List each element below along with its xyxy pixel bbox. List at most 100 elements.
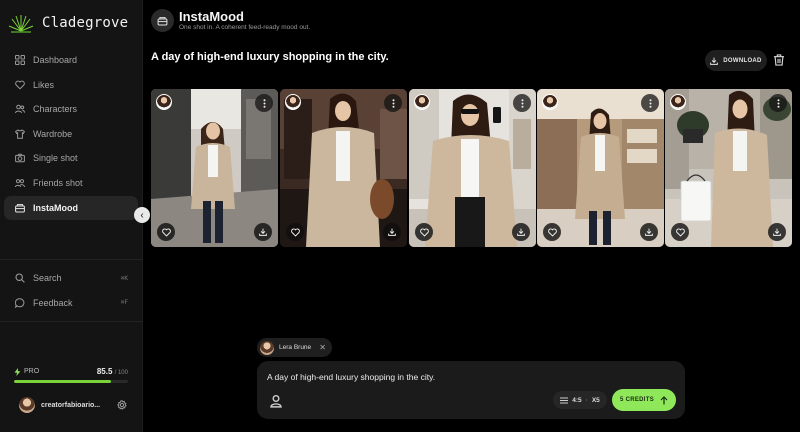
character-name: Lera Brune <box>279 344 312 351</box>
sidebar-divider <box>0 259 143 260</box>
credits-value: 85.5 <box>96 367 113 376</box>
prompt-input[interactable]: A day of high-end luxury shopping in the… <box>267 372 435 382</box>
download-icon <box>645 228 653 236</box>
page-title: InstaMood <box>179 9 244 24</box>
avatar <box>414 94 430 110</box>
camera-icon <box>15 154 25 163</box>
heart-icon <box>675 228 685 237</box>
download-label: DOWNLOAD <box>723 57 762 64</box>
photo-strip <box>151 89 792 247</box>
photo-download-button[interactable] <box>640 223 658 241</box>
credits-max: / 100 <box>114 370 128 376</box>
plan-label: PRO <box>24 368 40 375</box>
character-chip[interactable]: Lera Brune ✕ <box>257 338 332 357</box>
heart-icon <box>290 228 300 237</box>
output-options-button[interactable]: 4:5 · X5 <box>553 391 607 409</box>
photo-download-button[interactable] <box>512 223 530 241</box>
shortcut-badge: ⌘K <box>120 274 128 282</box>
like-button[interactable] <box>415 223 433 241</box>
like-button[interactable] <box>671 223 689 241</box>
photo-download-button[interactable] <box>383 223 401 241</box>
shortcut-badge: ⌘F <box>120 299 128 307</box>
user-profile[interactable]: creatorfabioario... <box>19 397 127 413</box>
folder-icon <box>157 16 168 25</box>
folder-icon <box>15 203 25 213</box>
more-button[interactable] <box>255 94 273 112</box>
gear-icon[interactable] <box>117 400 127 410</box>
more-vertical-icon <box>263 98 265 108</box>
download-icon <box>517 228 525 236</box>
photo-card[interactable] <box>665 89 792 247</box>
sidebar-item-label: Search <box>33 273 62 283</box>
photo-card[interactable] <box>151 89 278 247</box>
collapse-sidebar-button[interactable]: ‹ <box>134 207 150 223</box>
sidebar-item-label: Single shot <box>33 153 78 164</box>
avatar <box>260 340 274 355</box>
sidebar-item-wardrobe[interactable]: Wardrobe <box>4 122 138 146</box>
plan-badge: PRO <box>14 367 40 376</box>
users-icon <box>15 104 25 114</box>
more-vertical-icon <box>521 98 523 108</box>
grid-icon <box>15 55 25 65</box>
list-icon <box>560 397 569 403</box>
person-icon[interactable] <box>269 394 283 408</box>
bolt-icon <box>14 367 21 376</box>
more-vertical-icon <box>649 98 651 108</box>
credits-progress-fill <box>14 380 112 383</box>
generate-button[interactable]: 5 CREDITS <box>612 389 676 411</box>
photo-card[interactable] <box>409 89 536 247</box>
sidebar: Cladegrove Dashboard Likes Characters Wa… <box>0 0 143 432</box>
trash-icon[interactable] <box>773 54 785 66</box>
credits-count: 85.5 / 100 <box>97 367 128 376</box>
sidebar-utility: Search ⌘K Feedback ⌘F <box>4 266 138 315</box>
group-icon <box>15 179 25 188</box>
avatar <box>19 397 35 413</box>
photo-card[interactable] <box>280 89 407 247</box>
photo-card[interactable] <box>537 89 664 247</box>
user-name: creatorfabioario... <box>41 401 101 409</box>
download-icon <box>710 57 719 65</box>
sidebar-item-label: Friends shot <box>33 177 83 188</box>
like-button[interactable] <box>543 223 561 241</box>
sidebar-item-friends-shot[interactable]: Friends shot <box>4 171 138 195</box>
like-button[interactable] <box>286 223 304 241</box>
more-button[interactable] <box>641 94 659 112</box>
more-button[interactable] <box>384 94 402 112</box>
sidebar-item-single-shot[interactable]: Single shot <box>4 146 138 170</box>
close-icon[interactable]: ✕ <box>319 343 326 352</box>
image-count: X5 <box>591 396 600 404</box>
aspect-ratio: 4:5 <box>572 396 582 404</box>
heart-icon <box>547 228 557 237</box>
sidebar-item-label: InstaMood <box>33 202 78 213</box>
like-button[interactable] <box>157 223 175 241</box>
more-button[interactable] <box>769 94 787 112</box>
credits-progress-bar <box>14 380 128 383</box>
arrow-up-icon <box>660 395 668 404</box>
brand[interactable]: Cladegrove <box>8 11 128 35</box>
more-button[interactable] <box>513 94 531 112</box>
separator-dot: · <box>585 396 588 404</box>
sidebar-item-instamood[interactable]: InstaMood <box>4 195 138 220</box>
search-icon <box>15 273 25 283</box>
heart-icon <box>161 228 171 237</box>
download-icon <box>773 228 781 236</box>
prompt-composer: A day of high-end luxury shopping in the… <box>257 361 685 419</box>
sidebar-item-likes[interactable]: Likes <box>4 73 138 97</box>
heart-icon <box>419 228 429 237</box>
brand-logo-icon <box>8 15 34 33</box>
sidebar-item-dashboard[interactable]: Dashboard <box>4 48 138 72</box>
sidebar-item-search[interactable]: Search ⌘K <box>4 266 138 290</box>
sidebar-item-characters[interactable]: Characters <box>4 97 138 121</box>
sidebar-divider <box>0 321 143 322</box>
sidebar-item-feedback[interactable]: Feedback ⌘F <box>4 291 138 315</box>
download-button[interactable]: DOWNLOAD <box>705 50 767 71</box>
sidebar-item-label: Characters <box>33 104 78 115</box>
chevron-left-icon: ‹ <box>140 209 144 221</box>
brand-name: Cladegrove <box>42 15 129 31</box>
chat-icon <box>15 297 25 308</box>
photo-download-button[interactable] <box>254 223 272 241</box>
app-icon <box>151 9 174 32</box>
more-vertical-icon <box>777 98 779 108</box>
download-icon <box>259 228 267 236</box>
photo-download-button[interactable] <box>768 223 786 241</box>
